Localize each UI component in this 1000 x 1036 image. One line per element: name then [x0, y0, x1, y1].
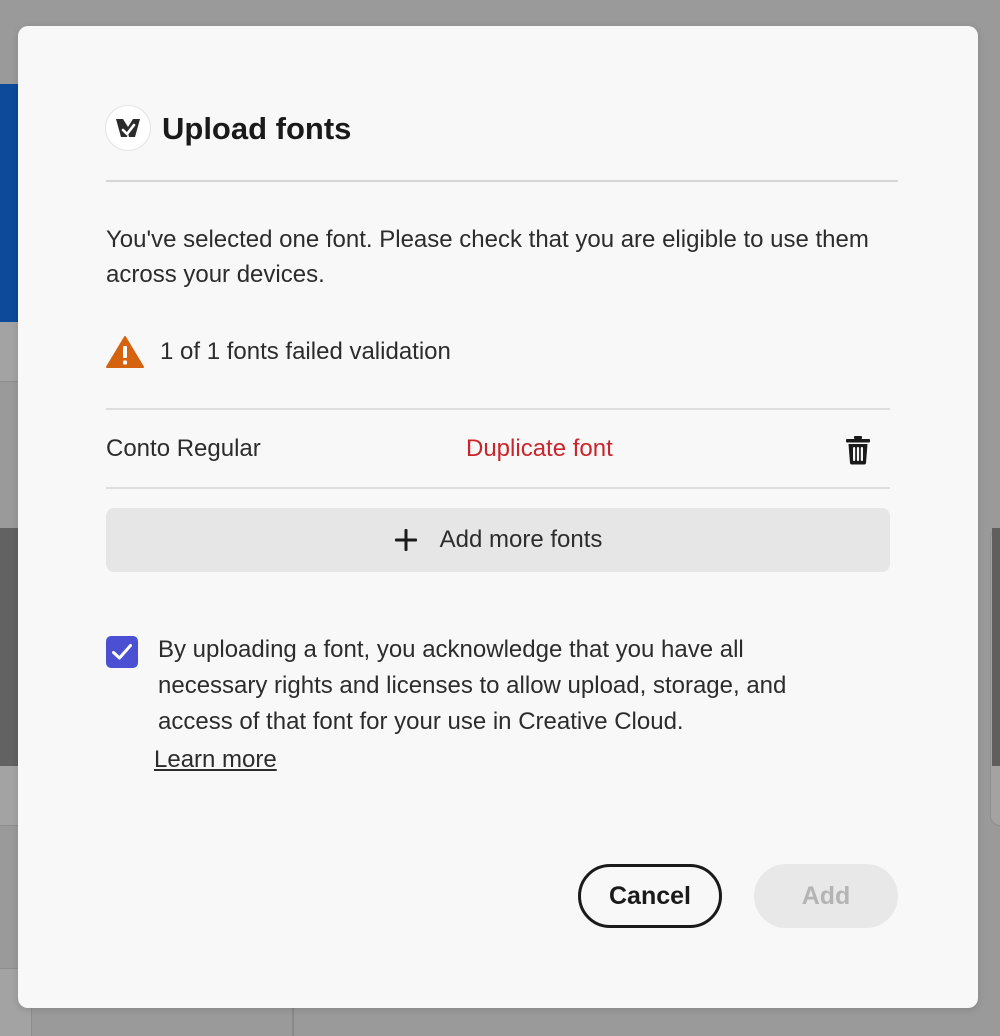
validation-summary: 1 of 1 fonts failed validation	[106, 332, 451, 372]
add-button: Add	[754, 864, 898, 928]
add-more-fonts-button[interactable]: Add more fonts	[106, 508, 890, 572]
upload-fonts-dialog: Upload fonts You've selected one font. P…	[18, 26, 978, 1008]
remove-font-button[interactable]	[842, 434, 874, 466]
trash-icon	[846, 436, 870, 465]
dialog-header: Upload fonts	[106, 106, 898, 182]
plus-icon	[394, 529, 417, 551]
add-more-fonts-label: Add more fonts	[439, 526, 603, 553]
font-list-item: Conto Regular Duplicate font	[106, 408, 890, 489]
background-divider	[292, 1006, 294, 1036]
font-status-error: Duplicate font	[466, 435, 613, 462]
fonts-logo-icon	[106, 106, 150, 150]
validation-text: 1 of 1 fonts failed validation	[160, 338, 451, 365]
dialog-title: Upload fonts	[162, 111, 352, 146]
warning-icon	[106, 336, 144, 368]
acknowledge-checkbox[interactable]	[106, 636, 138, 668]
cancel-button[interactable]: Cancel	[578, 864, 722, 928]
checkmark-icon	[112, 644, 132, 660]
background-thumbnail	[992, 528, 1000, 766]
dialog-description: You've selected one font. Please check t…	[106, 226, 869, 288]
font-name: Conto Regular	[106, 435, 261, 462]
acknowledgement-text: By uploading a font, you acknowledge tha…	[158, 636, 787, 735]
learn-more-link[interactable]: Learn more	[154, 742, 277, 778]
